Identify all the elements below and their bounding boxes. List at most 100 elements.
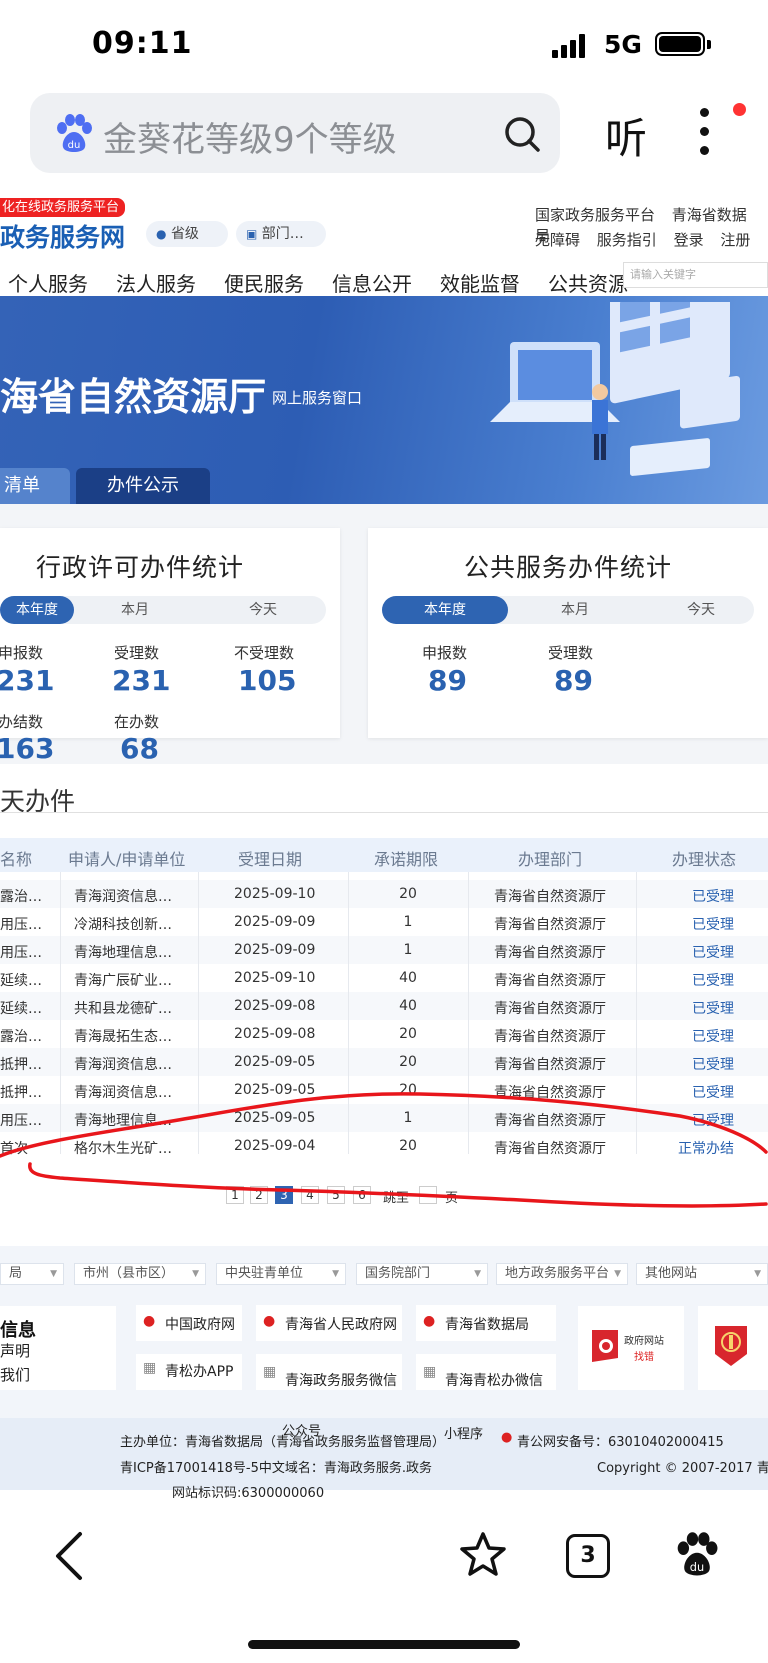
region-selector[interactable]: ● 省级	[146, 221, 228, 247]
tab-count-button[interactable]: 3	[566, 1534, 610, 1578]
dropdown-bureau-label: 局	[9, 1266, 23, 1281]
party-badge-box[interactable]	[698, 1306, 768, 1390]
admin-stats-title: 行政许可办件统计	[35, 553, 244, 582]
cell-status[interactable]: 已受理	[692, 998, 734, 1018]
login-link[interactable]: 登录	[674, 231, 704, 249]
error-badge-line2: 找错	[634, 1352, 654, 1363]
gov-link-data-bureau[interactable]: 青海省数据局	[445, 1314, 529, 1334]
public-stats-title: 公共服务办件统计	[463, 553, 672, 582]
col-applicant: 申请人/申请单位	[68, 850, 186, 869]
search-icon[interactable]	[502, 114, 542, 154]
app-link-wechat-service[interactable]: 青海政务服务微信	[285, 1370, 397, 1390]
police-record-text[interactable]: 青公网安备号：63010402000415	[517, 1431, 724, 1450]
admin-tab-month[interactable]: 本月	[110, 596, 160, 624]
dropdown-city-label: 市州（县市区）	[83, 1266, 175, 1281]
dropdown-central[interactable]: 中央驻青单位 ▼	[216, 1263, 346, 1285]
dropdown-state-council[interactable]: 国务院部门 ▼	[356, 1263, 488, 1285]
cell-deadline: 1	[403, 914, 413, 930]
site-tagline: 化在线政务服务平台	[0, 198, 126, 217]
table-row[interactable]: 露治… 青海润资信息… 2025-09-10 20 青海省自然资源厅 已受理	[0, 880, 768, 908]
nav-convenience[interactable]: 便民服务	[224, 268, 304, 297]
public-tab-year[interactable]: 本年度	[382, 596, 508, 624]
admin-tab-today[interactable]: 今天	[238, 596, 288, 624]
dropdown-city[interactable]: 市州（县市区） ▼	[74, 1263, 206, 1285]
cell-status[interactable]: 已受理	[692, 942, 734, 962]
admin-stats-card: 行政许可办件统计 本年度 本月 今天 申报数 231 受理数 231 不受理数 …	[0, 528, 340, 738]
cell-department: 青海省自然资源厅	[494, 1001, 606, 1017]
section-divider	[0, 812, 768, 813]
department-selector[interactable]: ▣ 部门…	[236, 221, 326, 247]
cell-name[interactable]: 延续…	[0, 970, 42, 990]
table-row[interactable]: 延续… 青海广辰矿业… 2025-09-10 40 青海省自然资源厅 已受理	[0, 964, 768, 992]
app-link-qingsong[interactable]: 青松办APP	[165, 1361, 233, 1381]
baidu-home-icon[interactable]: du	[672, 1530, 722, 1580]
cell-name[interactable]: 用压…	[0, 914, 42, 934]
gov-link-qinghai[interactable]: 青海省人民政府网	[285, 1314, 397, 1334]
cell-name[interactable]: 露治…	[0, 886, 42, 906]
back-icon[interactable]	[50, 1530, 86, 1582]
cell-name[interactable]: 延续…	[0, 998, 42, 1018]
admin-inprogress-label: 在办数	[114, 713, 160, 731]
chevron-down-icon: ▼	[754, 1269, 761, 1279]
dropdown-bureau[interactable]: 局 ▼	[0, 1263, 64, 1285]
emblem-icon: ●	[423, 1313, 436, 1329]
cell-applicant: 青海地理信息…	[74, 945, 172, 961]
cell-deadline: 20	[399, 886, 417, 902]
baidu-paw-icon: du	[57, 114, 92, 152]
listen-button[interactable]: 听	[605, 105, 647, 166]
bookmark-star-icon[interactable]	[458, 1530, 508, 1580]
nav-personal[interactable]: 个人服务	[8, 268, 88, 297]
cell-status[interactable]: 已受理	[692, 970, 734, 990]
cell-name[interactable]: 露治…	[0, 1026, 42, 1046]
cell-applicant: 青海广辰矿业…	[74, 973, 172, 989]
icp-record-text[interactable]: 青ICP备17001418号-5中文域名：青海政务服务.政务	[120, 1457, 432, 1476]
tab-public-notice[interactable]: 办件公示	[76, 468, 210, 504]
tab-list[interactable]: 清单	[0, 468, 70, 504]
nav-public-resources[interactable]: 公共资源	[548, 268, 628, 297]
svg-text:du: du	[68, 140, 81, 151]
national-platform-link[interactable]: 国家政务服务平台	[535, 206, 655, 224]
accessibility-link[interactable]: 无障碍	[535, 231, 580, 249]
register-link[interactable]: 注册	[720, 231, 750, 249]
nav-info-public[interactable]: 信息公开	[332, 268, 412, 297]
nav-corporate[interactable]: 法人服务	[116, 268, 196, 297]
admin-period-tabs: 本年度 本月 今天	[0, 596, 326, 624]
cell-name[interactable]: 用压…	[0, 942, 42, 962]
admin-tab-year[interactable]: 本年度	[0, 596, 74, 624]
service-guide-link[interactable]: 服务指引	[597, 231, 657, 249]
table-row[interactable]: 延续… 共和县龙德矿… 2025-09-08 40 青海省自然资源厅 已受理	[0, 992, 768, 1020]
table-row[interactable]: 露治… 青海晟拓生态… 2025-09-08 20 青海省自然资源厅 已受理	[0, 1020, 768, 1048]
public-tab-today[interactable]: 今天	[676, 596, 726, 624]
cell-status[interactable]: 已受理	[692, 1026, 734, 1046]
cell-deadline: 40	[399, 970, 417, 986]
chevron-down-icon: ▼	[614, 1269, 621, 1279]
nav-efficiency[interactable]: 效能监督	[440, 268, 520, 297]
footer-statement-link[interactable]: 声明	[0, 1340, 30, 1361]
col-name: 名称	[0, 850, 33, 869]
admin-apply-value: 231	[0, 664, 55, 697]
footer-about-link[interactable]: 我们	[0, 1364, 30, 1385]
app-link-wechat-qingsong[interactable]: 青海青松办微信	[445, 1370, 543, 1390]
table-row[interactable]: 用压… 冷湖科技创新… 2025-09-09 1 青海省自然资源厅 已受理	[0, 908, 768, 936]
cell-deadline: 40	[399, 998, 417, 1014]
site-error-badge[interactable]: 政府网站 找错	[578, 1306, 684, 1390]
more-menu-icon[interactable]	[697, 108, 711, 164]
dropdown-other-sites[interactable]: 其他网站 ▼	[636, 1263, 768, 1285]
admin-inprogress-value: 68	[120, 732, 159, 765]
col-deadline: 承诺期限	[374, 850, 439, 869]
cell-department: 青海省自然资源厅	[494, 1029, 606, 1045]
dropdown-local-platform[interactable]: 地方政务服务平台 ▼	[496, 1263, 628, 1285]
cell-status[interactable]: 已受理	[692, 886, 734, 906]
footer-info-strip	[0, 1418, 768, 1490]
gov-link-china[interactable]: 中国政府网	[165, 1314, 235, 1334]
site-title[interactable]: 政务服务网	[0, 218, 125, 254]
site-search-input[interactable]: 请输入关键字	[623, 262, 768, 288]
cell-date: 2025-09-08	[234, 998, 316, 1014]
search-query-text[interactable]: 金葵花等级9个等级	[103, 112, 397, 161]
admin-accept-label: 受理数	[114, 644, 160, 662]
public-tab-month[interactable]: 本月	[550, 596, 600, 624]
public-accept-value: 89	[554, 664, 593, 697]
cell-department: 青海省自然资源厅	[494, 973, 606, 989]
table-row[interactable]: 用压… 青海地理信息… 2025-09-09 1 青海省自然资源厅 已受理	[0, 936, 768, 964]
cell-status[interactable]: 已受理	[692, 914, 734, 934]
